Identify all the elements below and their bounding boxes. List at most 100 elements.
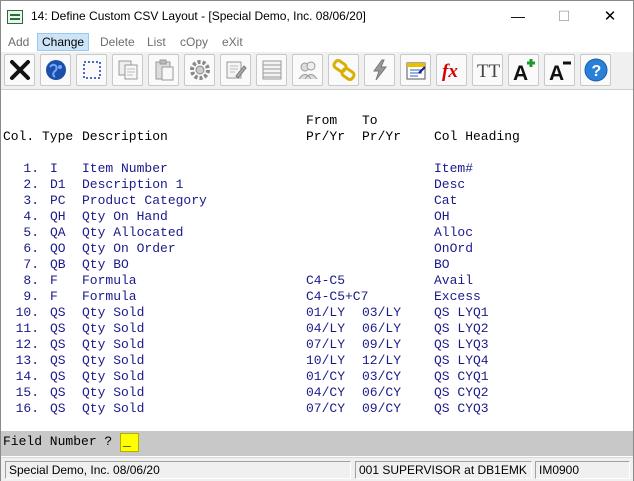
list-button[interactable] (256, 54, 287, 86)
row-type: QB (50, 257, 66, 272)
menu-add[interactable]: Add (4, 33, 33, 51)
toolbar: fx TT A A ? (1, 52, 633, 90)
row-from-pr-yr: 07/LY (306, 337, 346, 352)
header-col-heading: Col Heading (434, 129, 520, 144)
table-row[interactable]: 6. QO Qty On Order OnOrd (1, 241, 633, 257)
row-from-pr-yr: C4-C5+C7 (306, 289, 369, 304)
row-col-number: 11. (15, 321, 39, 336)
row-type: QA (50, 225, 66, 240)
prompt-bar: Field Number ? _ (1, 431, 633, 456)
copy-button[interactable] (112, 54, 143, 86)
table-row[interactable]: 2. D1 Description 1 Desc (1, 177, 633, 193)
row-from-pr-yr: 01/LY (306, 305, 346, 320)
menu-copy[interactable]: cOpy (176, 33, 212, 51)
row-to-pr-yr: 12/LY (362, 353, 402, 368)
a-minus-label: A (549, 62, 564, 82)
table-row[interactable]: 14. QS Qty Sold 01/CY 03/CY QS CYQ1 (1, 369, 633, 385)
row-col-heading: QS CYQ1 (434, 369, 489, 384)
row-col-heading: Cat (434, 193, 458, 208)
help-icon: ? (584, 58, 608, 82)
table-row[interactable]: 4. QH Qty On Hand OH (1, 209, 633, 225)
minimize-button[interactable]: — (495, 1, 541, 32)
row-to-pr-yr: 03/CY (362, 369, 402, 384)
table-row[interactable]: 16. QS Qty Sold 07/CY 09/CY QS CYQ3 (1, 401, 633, 417)
row-description: Qty Allocated (82, 225, 184, 240)
row-col-number: 16. (15, 401, 39, 416)
row-col-number: 7. (23, 257, 39, 272)
row-type: PC (50, 193, 66, 208)
users-button[interactable] (292, 54, 323, 86)
calendar-button[interactable] (400, 54, 431, 86)
app-window: 14: Define Custom CSV Layout - [Special … (0, 0, 634, 481)
edit-form-button[interactable] (220, 54, 251, 86)
table-row[interactable]: 1. I Item Number Item# (1, 161, 633, 177)
row-description: Description 1 (82, 177, 184, 192)
row-col-number: 4. (23, 209, 39, 224)
close-button[interactable]: ✕ (587, 1, 633, 32)
header-col: Col. (3, 129, 35, 144)
help-label: ? (592, 63, 602, 80)
table-row[interactable]: 5. QA Qty Allocated Alloc (1, 225, 633, 241)
row-col-number: 15. (15, 385, 39, 400)
table-row[interactable]: 10. QS Qty Sold 01/LY 03/LY QS LYQ1 (1, 305, 633, 321)
table-row[interactable]: 15. QS Qty Sold 04/CY 06/CY QS CYQ2 (1, 385, 633, 401)
row-description: Qty Sold (82, 401, 145, 416)
text-style-icon: TT (477, 61, 500, 82)
table-row[interactable]: 9. F Formula C4-C5+C7 Excess (1, 289, 633, 305)
row-type: F (50, 273, 58, 288)
row-description: Qty Sold (82, 385, 145, 400)
header-type: Type (42, 129, 74, 144)
font-increase-icon: A (513, 59, 535, 82)
help-button[interactable]: ? (580, 54, 611, 86)
menu-change[interactable]: Change (37, 33, 90, 51)
font-increase-button[interactable]: A (508, 54, 539, 86)
row-to-pr-yr: 06/LY (362, 321, 402, 336)
row-description: Qty Sold (82, 305, 145, 320)
gear-icon (190, 60, 210, 80)
table-row[interactable]: 11. QS Qty Sold 04/LY 06/LY QS LYQ2 (1, 321, 633, 337)
row-col-heading: Alloc (434, 225, 474, 240)
row-col-heading: QS LYQ2 (434, 321, 489, 336)
maximize-button[interactable]: ☐ (541, 1, 587, 32)
table-row[interactable]: 12. QS Qty Sold 07/LY 09/LY QS LYQ3 (1, 337, 633, 353)
row-type: QS (50, 385, 66, 400)
table-row[interactable]: 8. F Formula C4-C5 Avail (1, 273, 633, 289)
formula-button[interactable]: fx (436, 54, 467, 86)
copy-icon (118, 60, 138, 80)
header-description: Description (82, 129, 168, 144)
status-user: 001 SUPERVISOR at DB1EMK (355, 461, 532, 479)
lightning-button[interactable] (364, 54, 395, 86)
row-type: QS (50, 401, 66, 416)
row-description: Formula (82, 289, 137, 304)
row-description: Qty On Order (82, 241, 176, 256)
table-row[interactable]: 3. PC Product Category Cat (1, 193, 633, 209)
close-x-button[interactable] (4, 54, 35, 86)
header-to: To (362, 113, 378, 128)
row-col-number: 3. (23, 193, 39, 208)
globe-button[interactable] (40, 54, 71, 86)
paste-button[interactable] (148, 54, 179, 86)
menu-delete[interactable]: Delete (96, 33, 139, 51)
table-row[interactable]: 7. QB Qty BO BO (1, 257, 633, 273)
row-col-heading: OH (434, 209, 450, 224)
row-to-pr-yr: 03/LY (362, 305, 402, 320)
list-icon (262, 60, 282, 80)
table-row[interactable]: 13. QS Qty Sold 10/LY 12/LY QS LYQ4 (1, 353, 633, 369)
menu-exit[interactable]: eXit (218, 33, 247, 51)
text-style-button[interactable]: TT (472, 54, 503, 86)
row-from-pr-yr: C4-C5 (306, 273, 346, 288)
prompt-label: Field Number ? (3, 434, 113, 449)
font-decrease-button[interactable]: A (544, 54, 575, 86)
row-col-heading: QS LYQ4 (434, 353, 489, 368)
field-number-input[interactable]: _ (120, 433, 139, 452)
settings-button[interactable] (184, 54, 215, 86)
menu-list[interactable]: List (143, 33, 170, 51)
row-from-pr-yr: 04/LY (306, 321, 346, 336)
select-box-button[interactable] (76, 54, 107, 86)
row-col-heading: OnOrd (434, 241, 474, 256)
status-program: IM0900 (535, 461, 630, 479)
fx-label: fx (442, 61, 458, 82)
row-col-number: 9. (23, 289, 39, 304)
link-button[interactable] (328, 54, 359, 86)
users-icon (298, 61, 318, 80)
